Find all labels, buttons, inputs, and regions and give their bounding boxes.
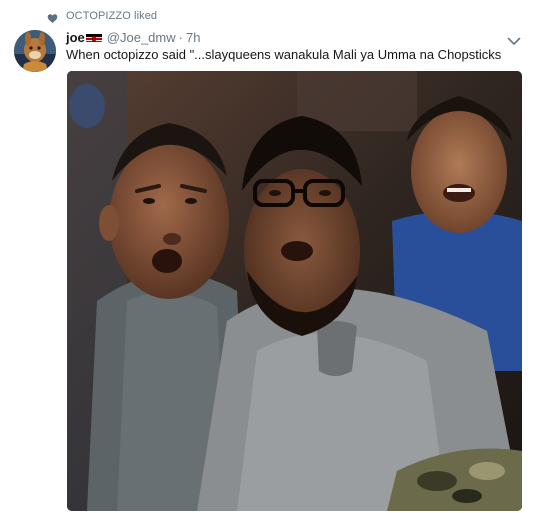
heart-icon <box>47 11 58 23</box>
tweet-header[interactable]: joe @Joe_dmw · 7h <box>66 29 200 45</box>
social-context: OCTOPIZZO liked <box>47 9 157 23</box>
separator: · <box>178 29 183 45</box>
tweet-photo[interactable] <box>67 71 522 511</box>
avatar[interactable] <box>14 30 56 72</box>
chevron-down-icon[interactable] <box>507 33 521 45</box>
timestamp[interactable]: 7h <box>186 30 200 45</box>
kenya-flag-icon <box>85 32 102 42</box>
tweet-text: When octopizzo said "...slayqueens wanak… <box>66 47 502 62</box>
display-name[interactable]: joe <box>66 30 85 45</box>
liked-by-label: OCTOPIZZO liked <box>66 10 158 22</box>
user-handle[interactable]: @Joe_dmw <box>107 30 176 45</box>
tweet-card[interactable]: OCTOPIZZO liked joe @Joe_dmw · 7h When o… <box>0 0 534 513</box>
